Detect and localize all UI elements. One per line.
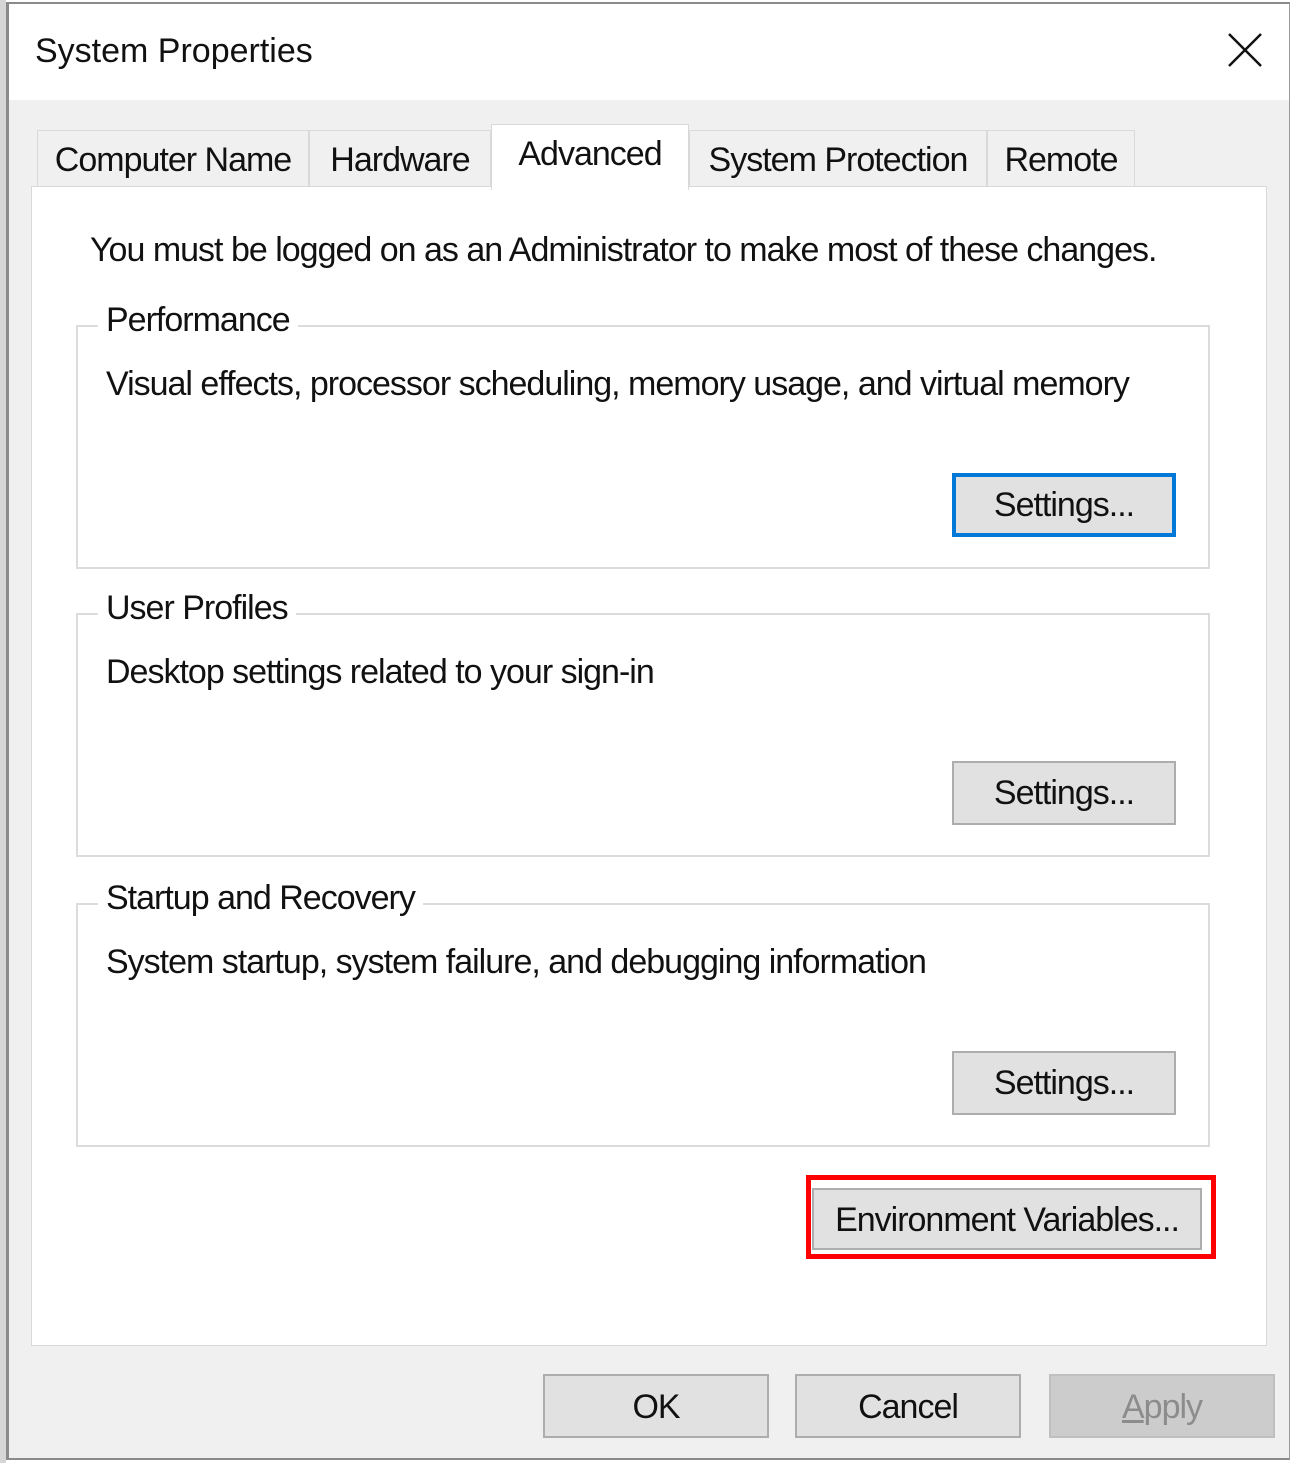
- apply-button: Apply: [1049, 1374, 1275, 1438]
- admin-notice: You must be logged on as an Administrato…: [90, 231, 1157, 269]
- apply-label-rest: pply: [1143, 1388, 1203, 1426]
- performance-group-label: Performance: [98, 301, 298, 340]
- cancel-button[interactable]: Cancel: [795, 1374, 1021, 1438]
- advanced-tab-panel: You must be logged on as an Administrato…: [31, 186, 1267, 1346]
- startup-recovery-group-label: Startup and Recovery: [98, 879, 423, 918]
- window-title: System Properties: [35, 32, 313, 70]
- environment-variables-button[interactable]: Environment Variables...: [812, 1188, 1202, 1250]
- performance-group: Performance Visual effects, processor sc…: [76, 301, 1210, 569]
- startup-recovery-description: System startup, system failure, and debu…: [106, 943, 927, 981]
- apply-mnemonic: A: [1121, 1388, 1145, 1426]
- startup-recovery-group: Startup and Recovery System startup, sys…: [76, 879, 1210, 1147]
- performance-description: Visual effects, processor scheduling, me…: [106, 365, 1130, 403]
- close-button[interactable]: [1221, 26, 1269, 74]
- close-icon: [1228, 33, 1262, 67]
- title-bar: System Properties: [9, 4, 1289, 100]
- performance-settings-button[interactable]: Settings...: [952, 473, 1176, 537]
- tab-remote[interactable]: Remote: [987, 130, 1135, 188]
- user-profiles-group: User Profiles Desktop settings related t…: [76, 589, 1210, 857]
- startup-recovery-settings-button[interactable]: Settings...: [952, 1051, 1176, 1115]
- user-profiles-settings-button[interactable]: Settings...: [952, 761, 1176, 825]
- tab-system-protection[interactable]: System Protection: [689, 130, 987, 188]
- tab-advanced[interactable]: Advanced: [491, 124, 689, 190]
- user-profiles-description: Desktop settings related to your sign-in: [106, 653, 655, 691]
- tab-computer-name[interactable]: Computer Name: [37, 130, 309, 188]
- ok-button[interactable]: OK: [543, 1374, 769, 1438]
- user-profiles-group-label: User Profiles: [98, 589, 296, 628]
- tab-hardware[interactable]: Hardware: [309, 130, 491, 188]
